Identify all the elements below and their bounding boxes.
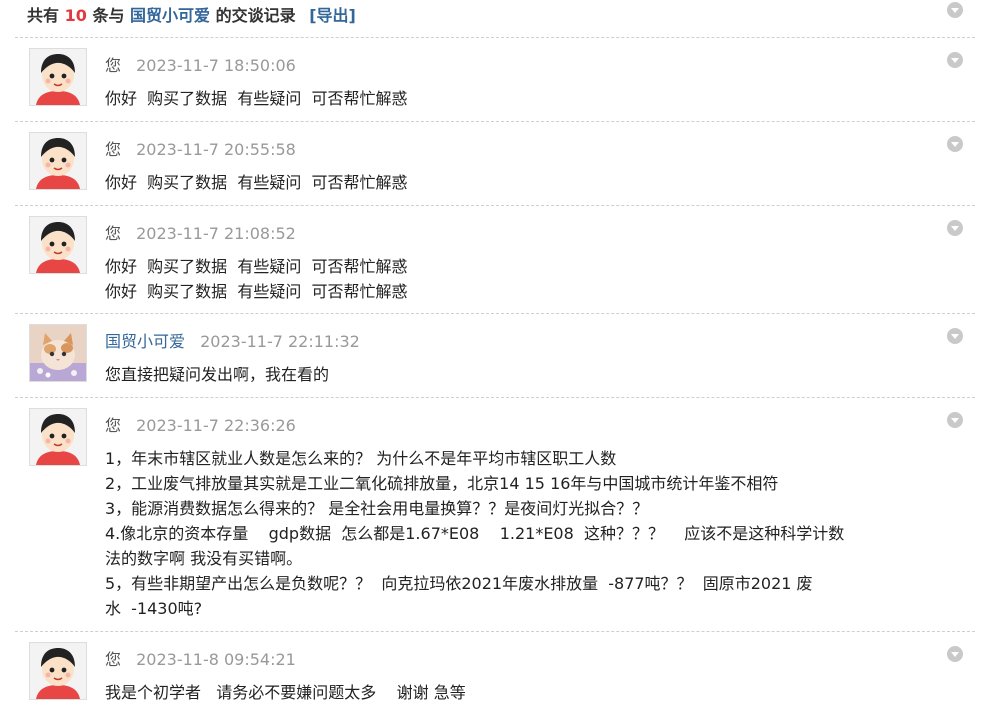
collapse-icon[interactable] [947, 52, 963, 68]
message-item: 您 2023-11-7 18:50:06 你好 购买了数据 有些疑问 可否帮忙解… [15, 37, 975, 122]
message-body: 我是个初学者 请务必不要嫌问题太多 谢谢 急等 [105, 680, 865, 705]
message-line: 1，年末市辖区就业人数是怎么来的？ 为什么不是年平均市辖区职工人数 [105, 449, 617, 468]
collapse-icon[interactable] [947, 136, 963, 152]
message-line: 你好 购买了数据 有些疑问 可否帮忙解惑 [105, 89, 408, 108]
avatar[interactable] [29, 216, 87, 274]
message-item: 您 2023-11-7 22:36:26 1，年末市辖区就业人数是怎么来的？ 为… [15, 397, 975, 632]
message-item: 您 2023-11-7 20:55:58 你好 购买了数据 有些疑问 可否帮忙解… [15, 121, 975, 206]
message-body: 你好 购买了数据 有些疑问 可否帮忙解惑 [105, 86, 865, 111]
collapse-icon[interactable] [947, 220, 963, 236]
message-line: 你好 购买了数据 有些疑问 可否帮忙解惑 [105, 282, 408, 301]
cartoon-boy-avatar-icon [30, 133, 86, 189]
message-line: 法的数字啊 我没有买错啊。 [105, 549, 303, 568]
cartoon-boy-avatar-icon [30, 409, 86, 465]
message-body: 1，年末市辖区就业人数是怎么来的？ 为什么不是年平均市辖区职工人数 2，工业废气… [105, 446, 865, 621]
message-timestamp: 2023-11-7 20:55:58 [136, 140, 296, 159]
summary-prefix: 共有 [27, 6, 60, 25]
cartoon-boy-avatar-icon [30, 643, 86, 699]
avatar[interactable] [29, 48, 87, 106]
conversation-summary: 共有 10 条与 国贸小可爱 的交谈记录 [导出] [27, 2, 356, 26]
message-timestamp: 2023-11-7 22:36:26 [136, 416, 296, 435]
message-count: 10 [64, 6, 87, 25]
collapse-icon[interactable] [947, 646, 963, 662]
collapse-icon[interactable] [947, 412, 963, 428]
sender-name: 您 [105, 140, 122, 159]
message-item: 您 2023-11-8 09:54:21 我是个初学者 请务必不要嫌问题太多 谢… [15, 631, 975, 721]
partner-name-link[interactable]: 国贸小可爱 [130, 6, 210, 25]
message-line: 5，有些非期望产出怎么是负数呢？？ 向克拉玛依2021年废水排放量 -877吨？… [105, 574, 813, 593]
message-line: 你好 购买了数据 有些疑问 可否帮忙解惑 [105, 257, 408, 276]
message-timestamp: 2023-11-7 18:50:06 [136, 56, 296, 75]
message-line: 你好 购买了数据 有些疑问 可否帮忙解惑 [105, 173, 408, 192]
message-timestamp: 2023-11-8 09:54:21 [136, 650, 296, 669]
summary-middle: 条与 [92, 6, 125, 25]
message-body: 你好 购买了数据 有些疑问 可否帮忙解惑 [105, 170, 865, 195]
sender-name: 您 [105, 650, 122, 669]
cartoon-boy-avatar-icon [30, 217, 86, 273]
avatar[interactable] [29, 642, 87, 700]
message-line: 4.像北京的资本存量 gdp数据 怎么都是1.67*E08 1.21*E08 这… [105, 524, 845, 543]
message-line: 您直接把疑问发出啊，我在看的 [105, 365, 330, 384]
message-item: 您 2023-11-7 21:08:52 你好 购买了数据 有些疑问 可否帮忙解… [15, 205, 975, 314]
collapse-icon[interactable] [947, 328, 963, 344]
message-line: 3，能源消费数据怎么得来的？ 是全社会用电量换算？？是夜间灯光拟合？？ [105, 499, 649, 518]
message-line: 水 -1430吨? [105, 599, 203, 618]
message-line: 我是个初学者 请务必不要嫌问题太多 谢谢 急等 [105, 683, 466, 702]
export-link[interactable]: [导出] [309, 6, 356, 25]
sender-name: 您 [105, 416, 122, 435]
avatar[interactable] [29, 324, 87, 382]
cat-photo-avatar-icon [30, 325, 86, 381]
sender-name: 您 [105, 224, 122, 243]
avatar[interactable] [29, 408, 87, 466]
avatar[interactable] [29, 132, 87, 190]
message-body: 您直接把疑问发出啊，我在看的 [105, 362, 865, 387]
conversation-header: 共有 10 条与 国贸小可爱 的交谈记录 [导出] [0, 0, 992, 28]
message-line: 2，工业废气排放量其实就是工业二氧化硫排放量，北京14 15 16年与中国城市统… [105, 474, 779, 493]
cartoon-boy-avatar-icon [30, 49, 86, 105]
collapse-icon[interactable] [947, 2, 963, 18]
sender-name: 您 [105, 56, 122, 75]
message-body: 你好 购买了数据 有些疑问 可否帮忙解惑 你好 购买了数据 有些疑问 可否帮忙解… [105, 254, 865, 304]
summary-suffix: 的交谈记录 [215, 6, 296, 25]
sender-name[interactable]: 国贸小可爱 [105, 332, 185, 351]
message-timestamp: 2023-11-7 21:08:52 [136, 224, 296, 243]
message-timestamp: 2023-11-7 22:11:32 [200, 332, 360, 351]
message-item: 国贸小可爱 2023-11-7 22:11:32 您直接把疑问发出啊，我在看的 [15, 313, 975, 398]
